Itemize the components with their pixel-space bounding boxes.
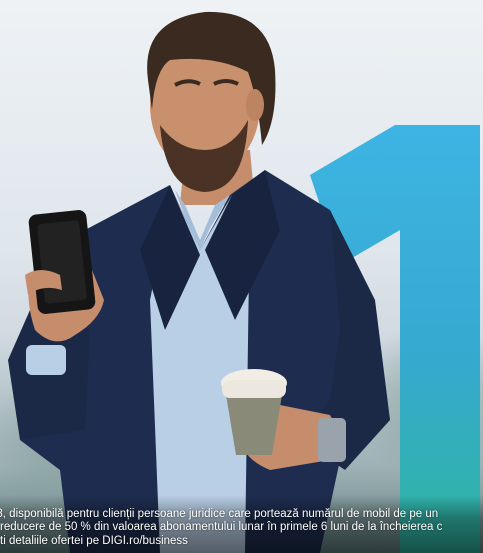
disclaimer-line-2: reducere de 50 % din valoarea abonamentu… xyxy=(0,521,443,533)
video-frame: 23, disponibilă pentru clienții persoane… xyxy=(0,0,483,553)
businessman-figure xyxy=(8,11,390,553)
disclaimer-line-1: 23, disponibilă pentru clienții persoane… xyxy=(0,507,439,520)
disclaimer-line-3: ti detaliile ofertei pe DIGI.ro/business xyxy=(0,534,188,547)
offer-disclaimer-text: 23, disponibilă pentru clienții persoane… xyxy=(0,508,483,549)
